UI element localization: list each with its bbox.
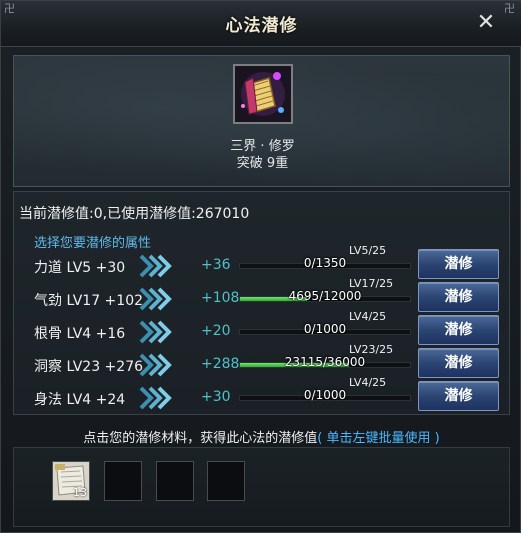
next-level-bonus: +30 [201, 389, 231, 405]
title-bar[interactable]: 卍 卍 心法潜修 ✕ [1, 1, 521, 47]
attribute-label: 力道 LV5 +30 [34, 260, 126, 276]
next-level-bonus: +36 [201, 257, 231, 273]
next-level-bonus: +20 [201, 323, 231, 339]
hint-text: 点击您的潜修材料，获得此心法的潜修值 [83, 431, 318, 446]
progress-text: 23115/36000 [284, 355, 366, 369]
inventory-slot-2[interactable] [104, 461, 142, 501]
progress-text: 4695/12000 [288, 289, 362, 303]
skill-stage: 突破 9重 [236, 156, 289, 171]
train-button[interactable]: 潜修 [418, 348, 499, 378]
attribute-row: 根骨 LV4 +16 +20 LV4/25 0/1000 潜修 [1, 310, 521, 347]
chevron-right-icon [139, 386, 172, 410]
window-title: 心法潜修 [225, 16, 298, 36]
material-hint: 点击您的潜修材料，获得此心法的潜修值( 单击左键批量使用 ) [1, 427, 521, 446]
attribute-row: 洞察 LV23 +276 +288 LV23/25 23115/36000 潜修 [1, 343, 521, 380]
attribute-row: 气劲 LV17 +102 +108 LV17/25 4695/12000 潜修 [1, 277, 521, 314]
close-icon[interactable]: ✕ [475, 12, 497, 35]
chevron-right-icon [139, 287, 172, 311]
section-label: 选择您要潜修的属性 [34, 236, 152, 251]
chevron-right-icon [139, 320, 172, 344]
attribute-row: 身法 LV4 +24 +30 LV4/25 0/1000 潜修 [1, 376, 521, 413]
ancient-book-icon [233, 64, 293, 124]
train-button[interactable]: 潜修 [418, 315, 499, 345]
potential-summary: 当前潜修值:0,已使用潜修值:267010 [19, 206, 250, 222]
train-button[interactable]: 潜修 [418, 381, 499, 411]
cultivation-window: 卍 卍 心法潜修 ✕ 三界 · 修罗 突破 9重 当前潜修值:0,已使用潜修值:… [0, 0, 521, 533]
inventory-slot-4[interactable] [207, 461, 245, 501]
attribute-row: 力道 LV5 +30 +36 LV5/25 0/1350 潜修 [1, 244, 521, 281]
attribute-label: 气劲 LV17 +102 [34, 293, 144, 309]
slot-count: 13 [73, 486, 87, 499]
inventory-slot-3[interactable] [156, 461, 194, 501]
skill-header-panel: 三界 · 修罗 突破 9重 [13, 55, 510, 187]
attribute-label: 身法 LV4 +24 [34, 392, 126, 408]
attribute-label: 根骨 LV4 +16 [34, 326, 126, 342]
train-button[interactable]: 潜修 [418, 282, 499, 312]
train-button[interactable]: 潜修 [418, 249, 499, 279]
chevron-right-icon [139, 353, 172, 377]
inventory-slot-1[interactable]: 13 [52, 461, 90, 501]
next-level-bonus: +288 [201, 356, 240, 372]
progress-text: 0/1000 [303, 388, 347, 402]
batch-use-hint[interactable]: ( 单击左键批量使用 ) [317, 431, 439, 446]
progress-text: 0/1350 [303, 256, 347, 270]
attribute-label: 洞察 LV23 +276 [34, 359, 144, 375]
chevron-right-icon [139, 254, 172, 278]
next-level-bonus: +108 [201, 290, 240, 306]
progress-text: 0/1000 [303, 322, 347, 336]
